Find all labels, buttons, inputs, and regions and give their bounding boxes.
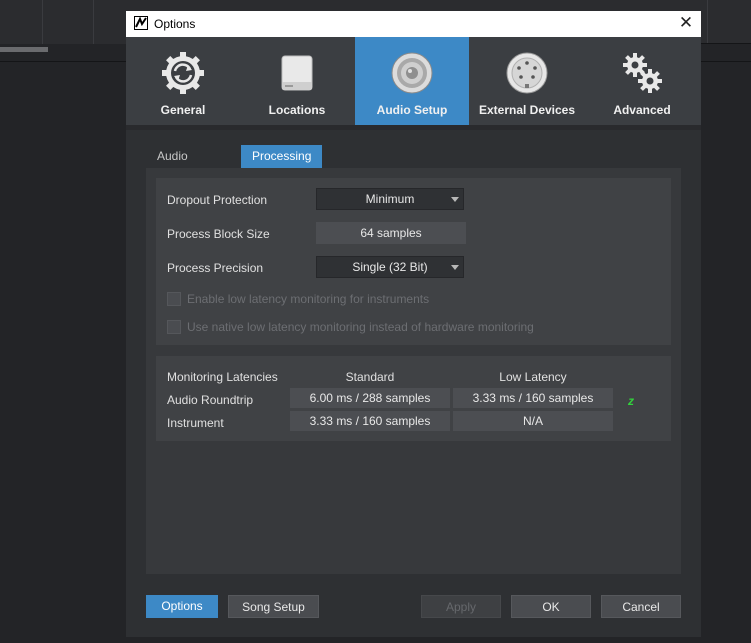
dropout-protection-select[interactable]: Minimum	[316, 188, 464, 210]
dropout-protection-label: Dropout Protection	[167, 193, 268, 207]
title-bar[interactable]: Options ✕	[126, 11, 701, 37]
processing-panel: Dropout Protection Minimum Process Block…	[146, 168, 681, 574]
zero-latency-icon: z	[628, 394, 634, 408]
chevron-down-icon	[451, 265, 459, 270]
tab-audio-device[interactable]: Audio Device	[146, 145, 205, 186]
low-latency-instruments-checkbox[interactable]	[167, 292, 181, 306]
options-dialog: Options ✕ General Locations Audio Setup …	[126, 11, 701, 637]
gears-icon	[623, 53, 662, 93]
monitoring-latencies-group: Monitoring Latencies Standard Low Latenc…	[156, 356, 671, 441]
instrument-low: N/A	[453, 411, 613, 431]
drive-icon	[281, 55, 313, 91]
precision-label: Process Precision	[167, 261, 264, 275]
timeline-tick	[42, 0, 43, 44]
block-size-label: Process Block Size	[167, 227, 270, 241]
native-low-latency-checkbox[interactable]	[167, 320, 181, 334]
chevron-down-icon	[451, 197, 459, 202]
ok-button[interactable]: OK	[511, 595, 591, 618]
tab-processing[interactable]: Processing	[241, 145, 323, 168]
audio-roundtrip-label: Audio Roundtrip	[167, 393, 254, 407]
precision-value: Single (32 Bit)	[352, 260, 428, 274]
cancel-button[interactable]: Cancel	[601, 595, 681, 618]
song-setup-button[interactable]: Song Setup	[228, 595, 319, 618]
low-latency-instruments-label: Enable low latency monitoring for instru…	[187, 292, 430, 306]
tool-external-devices[interactable]: External Devices	[470, 37, 584, 125]
tool-label: External Devices	[478, 103, 576, 117]
tool-locations[interactable]: Locations	[240, 37, 354, 125]
precision-select[interactable]: Single (32 Bit)	[316, 256, 464, 278]
tool-advanced[interactable]: Advanced	[585, 37, 699, 125]
tool-audio-setup[interactable]: Audio Setup	[355, 37, 469, 125]
block-size-value: 64 samples	[316, 222, 466, 244]
audio-roundtrip-standard: 6.00 ms / 288 samples	[290, 388, 450, 408]
monitoring-latencies-header: Monitoring Latencies	[167, 370, 278, 384]
dropout-protection-value: Minimum	[365, 192, 415, 206]
timeline-tick	[93, 0, 94, 44]
window-title: Options	[154, 17, 196, 31]
daw-divider	[700, 43, 751, 44]
native-low-latency-label: Use native low latency monitoring instea…	[187, 320, 534, 334]
app-logo-icon	[134, 16, 148, 30]
audio-roundtrip-low: 3.33 ms / 160 samples	[453, 388, 613, 408]
timeline-tick	[707, 0, 708, 44]
midi-plug-icon	[506, 52, 548, 94]
options-category-toolbar: General Locations Audio Setup External D…	[126, 37, 701, 125]
toolbar-separator	[126, 125, 701, 130]
instrument-standard: 3.33 ms / 160 samples	[290, 411, 450, 431]
close-button[interactable]: ✕	[677, 14, 695, 32]
tool-label: Advanced	[613, 103, 671, 117]
instrument-label: Instrument	[167, 416, 224, 430]
speaker-icon	[391, 52, 433, 94]
tool-label: General	[160, 103, 206, 117]
low-latency-column-header: Low Latency	[499, 370, 567, 384]
options-button[interactable]: Options	[146, 595, 218, 618]
daw-scroll-bar[interactable]	[0, 47, 48, 52]
tool-label: Locations	[268, 103, 326, 117]
tool-general[interactable]: General	[126, 37, 240, 125]
tool-label: Audio Setup	[376, 103, 448, 117]
apply-button[interactable]: Apply	[421, 595, 501, 618]
standard-column-header: Standard	[345, 370, 395, 384]
processing-settings-group: Dropout Protection Minimum Process Block…	[156, 178, 671, 345]
general-sync-icon	[162, 52, 204, 94]
